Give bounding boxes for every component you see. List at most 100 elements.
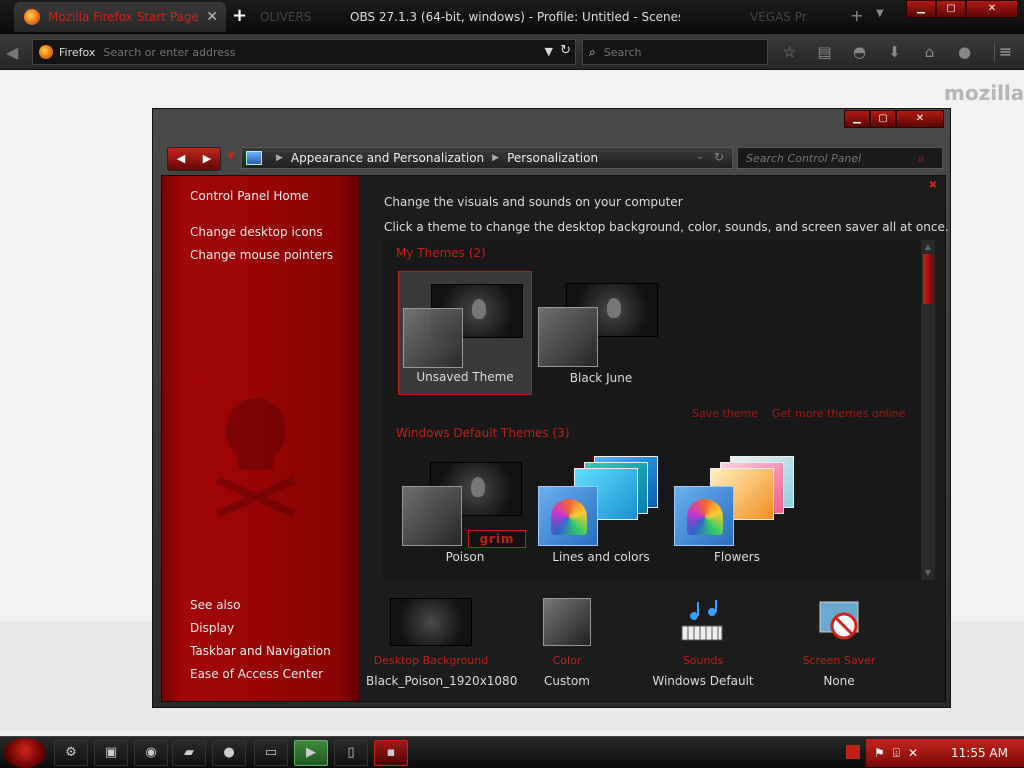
setting-value: Black_Poison_1920x1080 (366, 674, 518, 688)
minimize-button[interactable]: ▁ (906, 0, 936, 18)
pocket-icon[interactable]: ◓ (848, 42, 871, 62)
sidebar-taskbar-and-navigation[interactable]: Taskbar and Navigation (190, 644, 331, 658)
task-media-icon[interactable]: ▶ (294, 740, 328, 766)
home-icon[interactable]: ⌂ (918, 42, 941, 62)
scroll-up-icon[interactable]: ▲ (921, 240, 935, 254)
cp-window-controls: ▁ ▢ ✕ (844, 110, 944, 128)
sidebar-display[interactable]: Display (190, 621, 234, 635)
clock[interactable]: 11:55 AM (951, 746, 1008, 760)
sounds-setting[interactable]: Sounds Windows Default (638, 588, 768, 698)
theme-color-swatch (403, 308, 463, 368)
system-tray: ⚑ ⌹ ✕ 11:55 AM (866, 739, 1024, 767)
tab-list-chevron-icon[interactable]: ▼ (876, 8, 884, 19)
tab-vegas[interactable]: VEGAS Pr (740, 2, 830, 32)
refresh-icon[interactable]: ↻ (714, 150, 724, 164)
help-close-icon[interactable]: ✖ (929, 180, 937, 191)
desktop-background-setting[interactable]: Desktop Background Black_Poison_1920x108… (366, 588, 518, 698)
close-button[interactable]: ✕ (966, 0, 1018, 18)
firefox-tab-bar: Mozilla Firefox Start Page ✕ + OLIVERS O… (0, 0, 1024, 34)
download-icon[interactable]: ⬇ (883, 42, 906, 62)
task-steam-icon[interactable]: ⚙ (54, 740, 88, 766)
task-folder-icon[interactable]: ▰ (172, 740, 206, 766)
task-control-panel-icon[interactable]: ▪ (374, 740, 408, 766)
bookmark-star-icon[interactable]: ☆ (778, 42, 801, 62)
new-tab-plus-icon[interactable]: + (850, 6, 863, 25)
tab-close-icon[interactable]: ✕ (206, 9, 218, 25)
get-more-themes-link[interactable]: Get more themes online (772, 407, 905, 420)
breadcrumb-personalization[interactable]: Personalization (507, 151, 598, 165)
control-panel-window: ▁ ▢ ✕ ◀ ▶ ▼ ▶ Appearance and Personaliza… (152, 108, 951, 708)
url-bar[interactable]: Firefox ▼ ↻ (32, 39, 576, 65)
cp-search-box[interactable]: ⌕ (737, 147, 943, 169)
hamburger-menu-icon[interactable]: ≡ (994, 42, 1016, 62)
cp-sidebar: Control Panel Home Change desktop icons … (162, 176, 360, 701)
forward-arrow-icon[interactable]: ▶ (194, 148, 220, 170)
url-dropdown-icon[interactable]: ▼ (545, 45, 553, 58)
new-tab-plus-icon[interactable]: + (232, 5, 247, 26)
save-theme-link[interactable]: Save theme (692, 407, 758, 420)
theme-list: My Themes (2) Unsaved Theme Black June S… (382, 240, 935, 580)
theme-unsaved-theme[interactable]: Unsaved Theme (398, 271, 532, 395)
start-button-icon[interactable] (4, 738, 46, 768)
tab-obs[interactable]: OBS 27.1.3 (64-bit, windows) - Profile: … (340, 2, 680, 32)
color-setting[interactable]: Color Custom (502, 588, 632, 698)
theme-poison[interactable]: grim Poison (398, 450, 532, 574)
windows-taskbar: ⚙ ▣ ◉ ▰ ● ▭ ▶ ▯ ▪ ⚑ ⌹ ✕ 11:55 AM (0, 736, 1024, 768)
sidebar-change-mouse-pointers[interactable]: Change mouse pointers (190, 248, 333, 262)
chat-icon[interactable]: ● (953, 42, 976, 62)
theme-color-swatch (538, 307, 598, 367)
sidebar-control-panel-home[interactable]: Control Panel Home (190, 189, 309, 203)
task-firefox-icon[interactable]: ● (212, 740, 246, 766)
page-description: Click a theme to change the desktop back… (384, 220, 949, 234)
screen-saver-setting[interactable]: Screen Saver None (774, 588, 904, 698)
back-arrow-icon[interactable]: ◀ (168, 148, 194, 170)
bookmarks-list-icon[interactable]: ▤ (813, 42, 836, 62)
theme-list-scrollbar[interactable]: ▲ ▼ (921, 240, 935, 580)
theme-label: Black June (569, 371, 633, 385)
tab-title: OBS 27.1.3 (64-bit, windows) - Profile: … (350, 10, 680, 24)
flag-icon[interactable]: ⚑ (874, 746, 885, 760)
cp-search-input[interactable] (746, 151, 918, 165)
breadcrumb-appearance[interactable]: Appearance and Personalization (291, 151, 484, 165)
back-arrow-icon[interactable]: ◀ (6, 42, 28, 64)
task-browser-icon[interactable]: ◉ (134, 740, 168, 766)
setting-value: None (823, 674, 855, 688)
task-app-icon[interactable]: ▣ (94, 740, 128, 766)
cp-address-bar[interactable]: ▶ Appearance and Personalization ▶ Perso… (241, 147, 733, 169)
my-themes-heading[interactable]: My Themes (2) (396, 246, 486, 260)
breadcrumb-chevron-icon[interactable]: ▶ (276, 153, 283, 163)
task-cmd-icon[interactable]: ▯ (334, 740, 368, 766)
address-dropdown-icon[interactable]: ⌄ (696, 151, 704, 162)
desktop-background-icon (390, 598, 472, 646)
recent-pages-dropdown-icon[interactable]: ▼ (227, 151, 235, 162)
windows-default-themes-heading[interactable]: Windows Default Themes (3) (396, 426, 570, 440)
theme-black-june[interactable]: Black June (534, 271, 668, 395)
search-icon[interactable]: ⌕ (918, 151, 925, 166)
theme-flowers[interactable]: Flowers (670, 450, 804, 574)
sidebar-ease-of-access-center[interactable]: Ease of Access Center (190, 667, 323, 681)
maximize-button[interactable]: ▢ (936, 0, 966, 18)
volume-muted-icon[interactable]: ✕ (908, 746, 918, 760)
close-button[interactable]: ✕ (896, 110, 944, 128)
tray-action-center-icon[interactable] (846, 745, 860, 759)
tab-title: VEGAS Pr (750, 10, 807, 24)
tab-olivers[interactable]: OLIVERS (250, 2, 340, 32)
network-icon[interactable]: ⌹ (893, 746, 900, 761)
task-monitor-icon[interactable]: ▭ (254, 740, 288, 766)
setting-label: Screen Saver (802, 654, 876, 667)
theme-label: Unsaved Theme (416, 370, 514, 384)
maximize-button[interactable]: ▢ (870, 110, 896, 128)
minimize-button[interactable]: ▁ (844, 110, 870, 128)
tab-firefox-start-page[interactable]: Mozilla Firefox Start Page ✕ (14, 2, 226, 32)
breadcrumb-chevron-icon[interactable]: ▶ (492, 153, 499, 163)
theme-lines-and-colors[interactable]: Lines and colors (534, 450, 668, 574)
url-input[interactable] (103, 45, 524, 59)
firefox-window-controls: ▁ ▢ ✕ (906, 0, 1018, 18)
scroll-down-icon[interactable]: ▼ (921, 566, 935, 580)
reload-icon[interactable]: ↻ (560, 43, 571, 58)
scroll-thumb[interactable] (923, 254, 933, 304)
search-icon: ⌕ (589, 44, 596, 59)
search-input[interactable] (603, 45, 754, 59)
search-bar[interactable]: ⌕ (582, 39, 768, 65)
sidebar-change-desktop-icons[interactable]: Change desktop icons (190, 225, 323, 239)
